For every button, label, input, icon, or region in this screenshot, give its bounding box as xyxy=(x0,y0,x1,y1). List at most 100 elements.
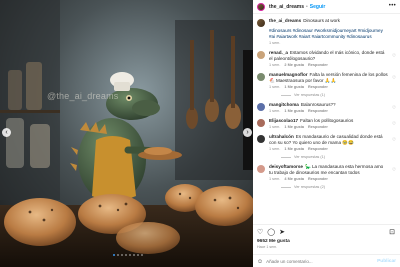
comment-body: ultrahalcón Es mandasaurio de casualidad … xyxy=(269,134,396,159)
avatar[interactable] xyxy=(257,2,265,11)
comment-text-line: deisyoftamorse 🦕 La mandasaura esta hermo… xyxy=(269,164,388,176)
header-separator: • xyxy=(306,3,308,10)
save-icon[interactable]: ⊡ xyxy=(389,228,395,236)
comment-time: 1 sem. xyxy=(269,147,281,151)
comment-body: manuelmagnoflor Falta la versión femenina… xyxy=(269,72,396,97)
comment-likes[interactable]: 1 Me gusta xyxy=(284,109,304,113)
replies-divider xyxy=(281,186,291,188)
carousel-dot xyxy=(113,254,115,256)
header-username[interactable]: the_ai_dreams xyxy=(269,4,304,10)
caption-username[interactable]: the_ai_dreams xyxy=(269,18,301,23)
view-replies-button[interactable]: Ver respuestas (1) xyxy=(281,155,388,159)
post-side-panel: the_ai_dreams • Seguir ••• the_ai_dreams… xyxy=(253,0,400,267)
avatar[interactable] xyxy=(257,51,265,59)
comment-time: 1 sem. xyxy=(269,177,281,181)
comment-username[interactable]: ultrahalcón xyxy=(269,134,294,139)
publish-button[interactable]: Publicar xyxy=(377,259,396,264)
post-image[interactable]: @the_ai_dreams ‹ › xyxy=(0,0,253,267)
comment-text-line: ultrahalcón Es mandasaurio de casualidad … xyxy=(269,134,388,146)
share-icon[interactable]: ➤ xyxy=(279,228,285,236)
carousel-dot xyxy=(129,254,131,256)
comment-body: deisyoftamorse 🦕 La mandasaura esta hermo… xyxy=(269,164,396,189)
view-replies-label: Ver respuestas (1) xyxy=(294,155,326,159)
caption-text: Dinosaurs at work xyxy=(303,18,340,23)
more-options-icon[interactable]: ••• xyxy=(389,3,396,9)
view-replies-button[interactable]: Ver respuestas (1) xyxy=(281,93,388,97)
avatar[interactable] xyxy=(257,135,265,143)
comment-text-line: mangitchoma Balanrosaurus?? xyxy=(269,102,388,108)
reply-button[interactable]: Responder xyxy=(308,147,328,151)
comment-time: 1 sem. xyxy=(269,125,281,129)
comment-like-icon[interactable]: ♡ xyxy=(392,105,396,111)
avatar[interactable] xyxy=(257,165,265,173)
comment-entry: mangitchoma Balanrosaurus?? 1 sem. 1 Me gus… xyxy=(257,102,396,113)
comment-body: mangitchoma Balanrosaurus?? 1 sem. 1 Me gus… xyxy=(269,102,396,113)
caption-time: 1 sem. xyxy=(269,41,281,45)
comment-entry: manuelmagnoflor Falta la versión femenina… xyxy=(257,72,396,97)
comment-username[interactable]: renad._a xyxy=(269,50,288,55)
post-actions: ♡ ◯ ➤ ⊡ 9652 Me gusta Hace 1 sem. ☺ Publ… xyxy=(253,224,400,267)
image-watermark: @the_ai_dreams xyxy=(47,91,119,101)
carousel-indicator xyxy=(113,254,143,256)
comments-list[interactable]: the_ai_dreams Dinosaurs at work #dinosaur… xyxy=(253,15,400,223)
like-icon[interactable]: ♡ xyxy=(257,228,263,236)
carousel-dot xyxy=(133,254,135,256)
comment-time: 1 sem. xyxy=(269,109,281,113)
comment-meta: 1 sem. 1 Me gusta Responder xyxy=(269,147,388,151)
caption-entry: the_ai_dreams Dinosaurs at work #dinosaur… xyxy=(257,18,396,45)
reply-button[interactable]: Responder xyxy=(308,109,328,113)
comment-likes[interactable]: 1 Me gusta xyxy=(284,125,304,129)
comment-like-icon[interactable]: ♡ xyxy=(392,75,396,81)
caption-text-line: the_ai_dreams Dinosaurs at work xyxy=(269,18,388,24)
carousel-dot xyxy=(137,254,139,256)
comment-meta: 1 sem. 2 Me gusta Responder xyxy=(269,63,388,67)
comment-likes[interactable]: 2 Me gusta xyxy=(284,63,304,67)
comment-likes[interactable]: 1 Me gusta xyxy=(284,147,304,151)
likes-count[interactable]: 9652 Me gusta xyxy=(257,239,290,244)
comment-username[interactable]: manuelmagnoflor xyxy=(269,72,308,77)
reply-button[interactable]: Responder xyxy=(308,125,328,129)
avatar[interactable] xyxy=(257,19,265,27)
comment-username[interactable]: deisyoftamorse xyxy=(269,164,303,169)
comment-username[interactable]: mangitchoma xyxy=(269,102,299,107)
caption-hashtags[interactable]: #dinosaurs #dinosaur #worksmidjourneyart… xyxy=(269,28,388,40)
comment-time: 1 sem. xyxy=(269,85,281,89)
view-replies-label: Ver respuestas (2) xyxy=(294,185,326,189)
comment-like-icon[interactable]: ♡ xyxy=(392,121,396,127)
avatar[interactable] xyxy=(257,119,265,127)
carousel-dot xyxy=(125,254,127,256)
comment-likes[interactable]: 1 Me gusta xyxy=(284,85,304,89)
comment-meta: 1 sem. 1 Me gusta Responder xyxy=(269,109,388,113)
view-replies-label: Ver respuestas (1) xyxy=(294,93,326,97)
avatar[interactable] xyxy=(257,73,265,81)
dinosaur-baker-illustration xyxy=(0,0,253,267)
reply-button[interactable]: Responder xyxy=(308,177,328,181)
reply-button[interactable]: Responder xyxy=(308,63,328,67)
comment-icon[interactable]: ◯ xyxy=(267,228,275,236)
chevron-right-icon: › xyxy=(246,129,249,136)
replies-divider xyxy=(281,156,291,158)
comment-meta: 1 sem. 4 Me gusta Responder xyxy=(269,177,388,181)
comment-entry: deisyoftamorse 🦕 La mandasaura esta hermo… xyxy=(257,164,396,189)
comment-text-line: renad._a Estamos olvidando el más icónico… xyxy=(269,50,388,62)
comment-body: Elijascolao17 Faltan los pollitogosaurios… xyxy=(269,118,396,129)
post-date: Hace 1 sem. xyxy=(257,245,278,249)
emoji-icon[interactable]: ☺ xyxy=(257,259,263,265)
next-slide-button[interactable]: › xyxy=(243,128,252,137)
comment-likes[interactable]: 4 Me gusta xyxy=(284,177,304,181)
comment-entry: ultrahalcón Es mandasaurio de casualidad … xyxy=(257,134,396,159)
comment-text-line: Elijascolao17 Faltan los pollitogosaurios xyxy=(269,118,388,124)
comment-body: renad._a Estamos olvidando el más icónico… xyxy=(269,50,396,67)
view-replies-button[interactable]: Ver respuestas (2) xyxy=(281,185,388,189)
add-comment-bar: ☺ Publicar xyxy=(253,254,400,267)
reply-button[interactable]: Responder xyxy=(308,85,328,89)
previous-slide-button[interactable]: ‹ xyxy=(2,128,11,137)
comment-like-icon[interactable]: ♡ xyxy=(392,53,396,59)
comment-username[interactable]: Elijascolao17 xyxy=(269,118,298,123)
follow-button[interactable]: Seguir xyxy=(310,4,326,10)
comment-meta: 1 sem. 1 Me gusta Responder xyxy=(269,85,388,89)
comment-input[interactable] xyxy=(266,259,378,264)
avatar[interactable] xyxy=(257,103,265,111)
comment-like-icon[interactable]: ♡ xyxy=(392,167,396,173)
comment-like-icon[interactable]: ♡ xyxy=(392,137,396,143)
